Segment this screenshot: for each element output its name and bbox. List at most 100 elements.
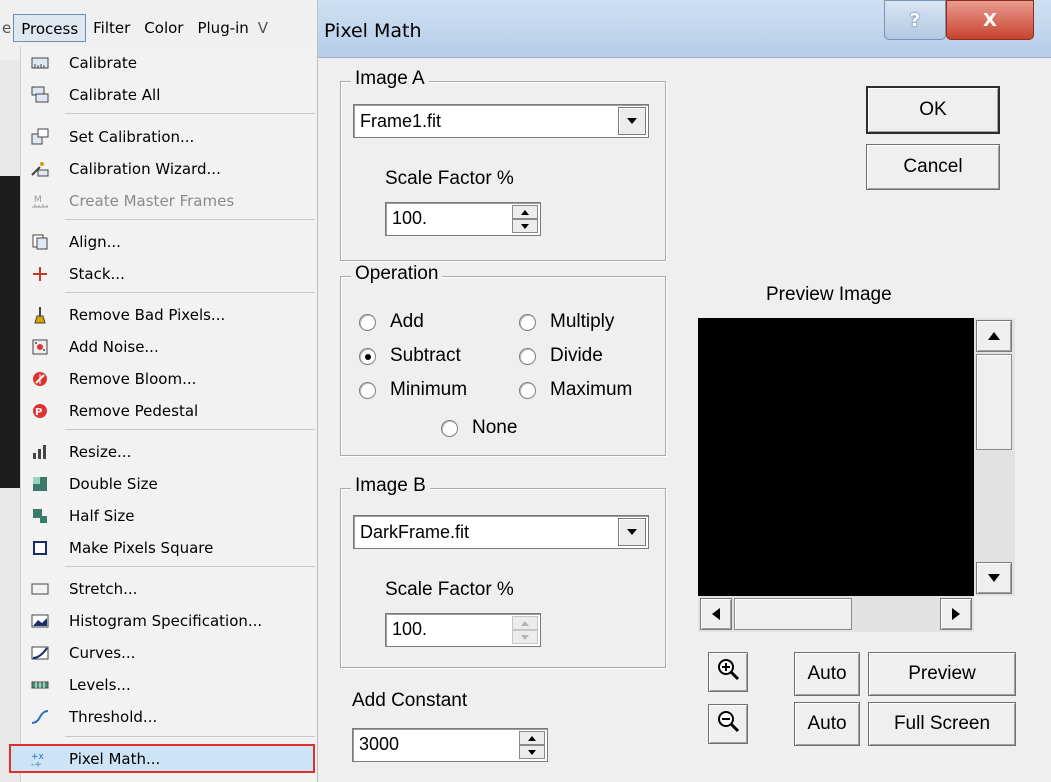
radio-add[interactable]: Add	[359, 311, 424, 333]
spin-up-icon[interactable]	[512, 616, 538, 630]
menu-item-label: Levels...	[69, 675, 131, 694]
menu-item-calibrate-all[interactable]: Calibrate All	[21, 80, 313, 109]
menu-process[interactable]: Process	[13, 14, 87, 42]
ok-button[interactable]: OK	[866, 86, 1000, 134]
menu-item-label: Half Size	[69, 506, 135, 525]
radio-multiply[interactable]: Multiply	[519, 311, 614, 333]
menu-item-stretch[interactable]: Stretch...	[21, 574, 313, 603]
image-a-value: Frame1.fit	[360, 111, 442, 131]
menu-item-make-pixels-square[interactable]: Make Pixels Square	[21, 533, 313, 562]
help-button[interactable]: ?	[884, 0, 946, 40]
auto-button-1[interactable]: Auto	[794, 652, 860, 696]
image-a-scale-input[interactable]: 100.	[385, 202, 541, 236]
scroll-up-icon[interactable]	[976, 320, 1012, 352]
spin-down-icon[interactable]	[512, 219, 538, 233]
background-window-strip	[0, 60, 20, 782]
menu-item-label: Stack...	[69, 264, 125, 283]
menu-item-remove-bloom[interactable]: Remove Bloom...	[21, 364, 313, 393]
full-screen-button[interactable]: Full Screen	[868, 702, 1016, 746]
image-a-select[interactable]: Frame1.fit	[353, 104, 649, 138]
menu-item-resize[interactable]: Resize...	[21, 437, 313, 466]
menu-item-calibrate[interactable]: Calibrate	[21, 48, 313, 77]
image-b-select[interactable]: DarkFrame.fit	[353, 515, 649, 549]
auto-button-2[interactable]: Auto	[794, 702, 860, 746]
menu-item-label: Create Master Frames	[69, 191, 235, 210]
menu-item-pixel-math[interactable]: +x -÷ Pixel Math...	[9, 744, 315, 773]
calibrate-all-icon	[29, 85, 51, 105]
auto-label: Auto	[807, 663, 847, 684]
menu-item-curves[interactable]: Curves...	[21, 638, 313, 667]
radio-subtract[interactable]: Subtract	[359, 345, 461, 367]
menu-item-histogram-specification[interactable]: Histogram Specification...	[21, 606, 313, 635]
menu-item-remove-bad-pixels[interactable]: Remove Bad Pixels...	[21, 300, 313, 329]
radio-circle	[519, 313, 536, 331]
radio-label: Multiply	[550, 311, 615, 332]
menu-item-create-master-frames[interactable]: M Create Master Frames	[21, 186, 313, 215]
menu-bar: e Process Filter Color Plug-in V	[0, 9, 318, 47]
horizontal-scroll-thumb[interactable]	[734, 598, 852, 630]
calibration-wizard-icon	[29, 159, 51, 179]
auto-label: Auto	[807, 713, 847, 734]
zoom-out-button[interactable]	[708, 704, 748, 744]
radio-maximum[interactable]: Maximum	[519, 379, 632, 401]
menu-item-threshold[interactable]: Threshold...	[21, 702, 313, 731]
image-b-scale-input[interactable]: 100.	[385, 613, 541, 647]
align-icon	[29, 232, 51, 252]
radio-circle	[359, 313, 376, 331]
broom-icon	[29, 305, 51, 325]
menu-separator	[65, 429, 315, 430]
dialog-title: Pixel Math	[324, 20, 422, 42]
menu-item-half-size[interactable]: Half Size	[21, 501, 313, 530]
menu-separator	[65, 292, 315, 293]
radio-circle	[519, 381, 536, 399]
menu-item-label: Make Pixels Square	[69, 538, 214, 557]
radio-minimum[interactable]: Minimum	[359, 379, 467, 401]
add-constant-input[interactable]: 3000	[352, 728, 548, 762]
menu-item-double-size[interactable]: Double Size	[21, 469, 313, 498]
menu-item-stack[interactable]: Stack...	[21, 259, 313, 288]
radio-divide[interactable]: Divide	[519, 345, 603, 367]
spin-up-icon[interactable]	[512, 205, 538, 219]
menu-item-levels[interactable]: Levels...	[21, 670, 313, 699]
menu-plugin[interactable]: Plug-in	[190, 14, 255, 42]
preview-button[interactable]: Preview	[868, 652, 1016, 696]
menubar-stub-right: V	[257, 19, 269, 37]
image-b-scale-value: 100.	[392, 619, 428, 639]
menu-item-label: Add Noise...	[69, 337, 159, 356]
add-constant-label: Add Constant	[352, 690, 468, 711]
menu-item-label: Stretch...	[69, 579, 138, 598]
spin-down-icon[interactable]	[519, 745, 545, 759]
menu-filter[interactable]: Filter	[86, 14, 137, 42]
process-dropdown: Calibrate Calibrate All Set Calibration.…	[9, 46, 316, 782]
vertical-scrollbar[interactable]	[974, 318, 1015, 596]
preview-label: Preview	[908, 663, 976, 684]
chevron-down-icon[interactable]	[618, 518, 646, 546]
dialog-body: Image A Frame1.fit Scale Factor % 100. O…	[318, 58, 1051, 782]
radio-label: Maximum	[550, 379, 633, 400]
chevron-down-icon[interactable]	[618, 107, 646, 135]
image-b-legend: Image B	[351, 475, 430, 497]
vertical-scroll-thumb[interactable]	[976, 354, 1012, 450]
menu-item-label: Set Calibration...	[69, 127, 195, 146]
spin-up-icon[interactable]	[519, 731, 545, 745]
spin-down-icon[interactable]	[512, 630, 538, 644]
close-button[interactable]: X	[946, 0, 1034, 40]
cancel-button[interactable]: Cancel	[866, 144, 1000, 190]
close-icon: X	[983, 9, 997, 31]
menu-item-align[interactable]: Align...	[21, 227, 313, 256]
horizontal-scrollbar[interactable]	[698, 596, 974, 632]
zoom-in-button[interactable]	[708, 652, 748, 692]
menu-item-set-calibration[interactable]: Set Calibration...	[21, 122, 313, 151]
scroll-left-icon[interactable]	[700, 598, 732, 630]
menu-item-label: Threshold...	[69, 707, 158, 726]
radio-circle	[519, 347, 536, 365]
radio-none[interactable]: None	[441, 417, 517, 439]
menu-color[interactable]: Color	[137, 14, 190, 42]
scroll-right-icon[interactable]	[940, 598, 972, 630]
menu-item-remove-pedestal[interactable]: P Remove Pedestal	[21, 396, 313, 425]
svg-text:M: M	[34, 195, 42, 205]
scroll-down-icon[interactable]	[976, 562, 1012, 594]
menu-item-calibration-wizard[interactable]: Calibration Wizard...	[21, 154, 313, 183]
menu-item-add-noise[interactable]: Add Noise...	[21, 332, 313, 361]
process-menu-area: e Process Filter Color Plug-in V Calibra…	[0, 0, 318, 782]
